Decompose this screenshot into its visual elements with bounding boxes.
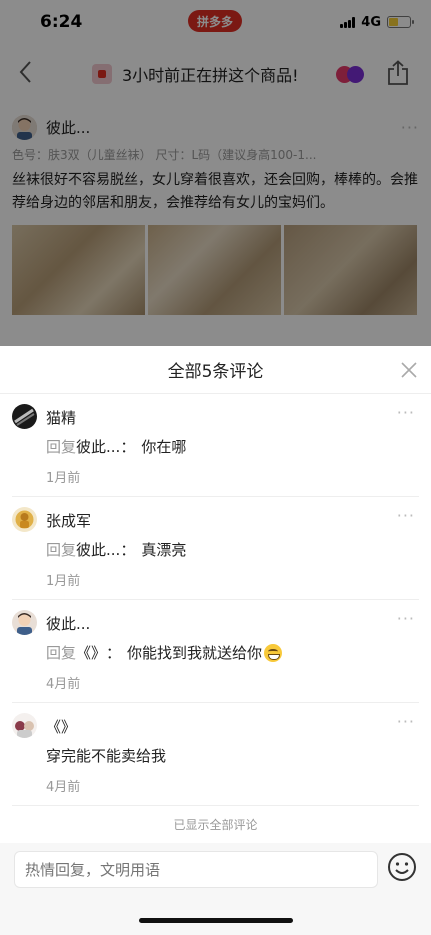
comment-time: 4月前 — [46, 677, 81, 692]
dim-overlay[interactable] — [0, 0, 431, 346]
commenter-name: 彼此... — [46, 615, 91, 633]
reply-input[interactable] — [14, 851, 378, 888]
comment-text: 回复 《》 ： 你能找到我就送给你 — [46, 642, 283, 663]
comments-sheet: 全部5条评论 猫精 ··· 回复 彼此... ： 你在哪 1月前 张成军 ···… — [0, 346, 431, 935]
more-icon[interactable]: ··· — [397, 506, 415, 525]
reply-input-bar — [0, 843, 431, 935]
comment-time: 1月前 — [46, 471, 81, 486]
avatar[interactable] — [12, 610, 37, 635]
sheet-title: 全部5条评论 — [167, 362, 264, 382]
comment-time: 1月前 — [46, 574, 81, 589]
more-icon[interactable]: ··· — [397, 609, 415, 628]
more-icon[interactable]: ··· — [397, 712, 415, 731]
home-indicator[interactable] — [139, 918, 293, 923]
avatar[interactable] — [12, 713, 37, 738]
reply-target[interactable]: 彼此... — [76, 436, 120, 457]
comment-text: 穿完能不能卖给我 — [46, 747, 167, 765]
reply-target[interactable]: 彼此... — [76, 539, 120, 560]
commenter-name: 张成军 — [46, 512, 92, 530]
reply-target[interactable]: 《》 — [76, 642, 106, 663]
comment-text: 回复 彼此... ： 真漂亮 — [46, 539, 187, 560]
comment-item[interactable]: 张成军 ··· 回复 彼此... ： 真漂亮 1月前 — [12, 497, 419, 600]
commenter-name: 猫精 — [46, 409, 77, 427]
comment-text: 回复 彼此... ： 你在哪 — [46, 436, 187, 457]
close-icon[interactable] — [395, 356, 423, 384]
avatar[interactable] — [12, 404, 37, 429]
more-icon[interactable]: ··· — [397, 403, 415, 422]
emoji-icon[interactable] — [387, 852, 417, 882]
comment-item[interactable]: 彼此... ··· 回复 《》 ： 你能找到我就送给你 4月前 — [12, 600, 419, 703]
commenter-name: 《》 — [46, 718, 77, 736]
end-of-comments-note: 已显示全部评论 — [173, 818, 258, 832]
comment-item[interactable]: 《》 ··· 穿完能不能卖给我 4月前 — [12, 703, 419, 806]
comment-time: 4月前 — [46, 780, 81, 795]
avatar[interactable] — [12, 507, 37, 532]
sheet-header: 全部5条评论 — [0, 346, 431, 394]
comment-item[interactable]: 猫精 ··· 回复 彼此... ： 你在哪 1月前 — [12, 394, 419, 497]
grin-emoji-icon — [264, 643, 283, 662]
